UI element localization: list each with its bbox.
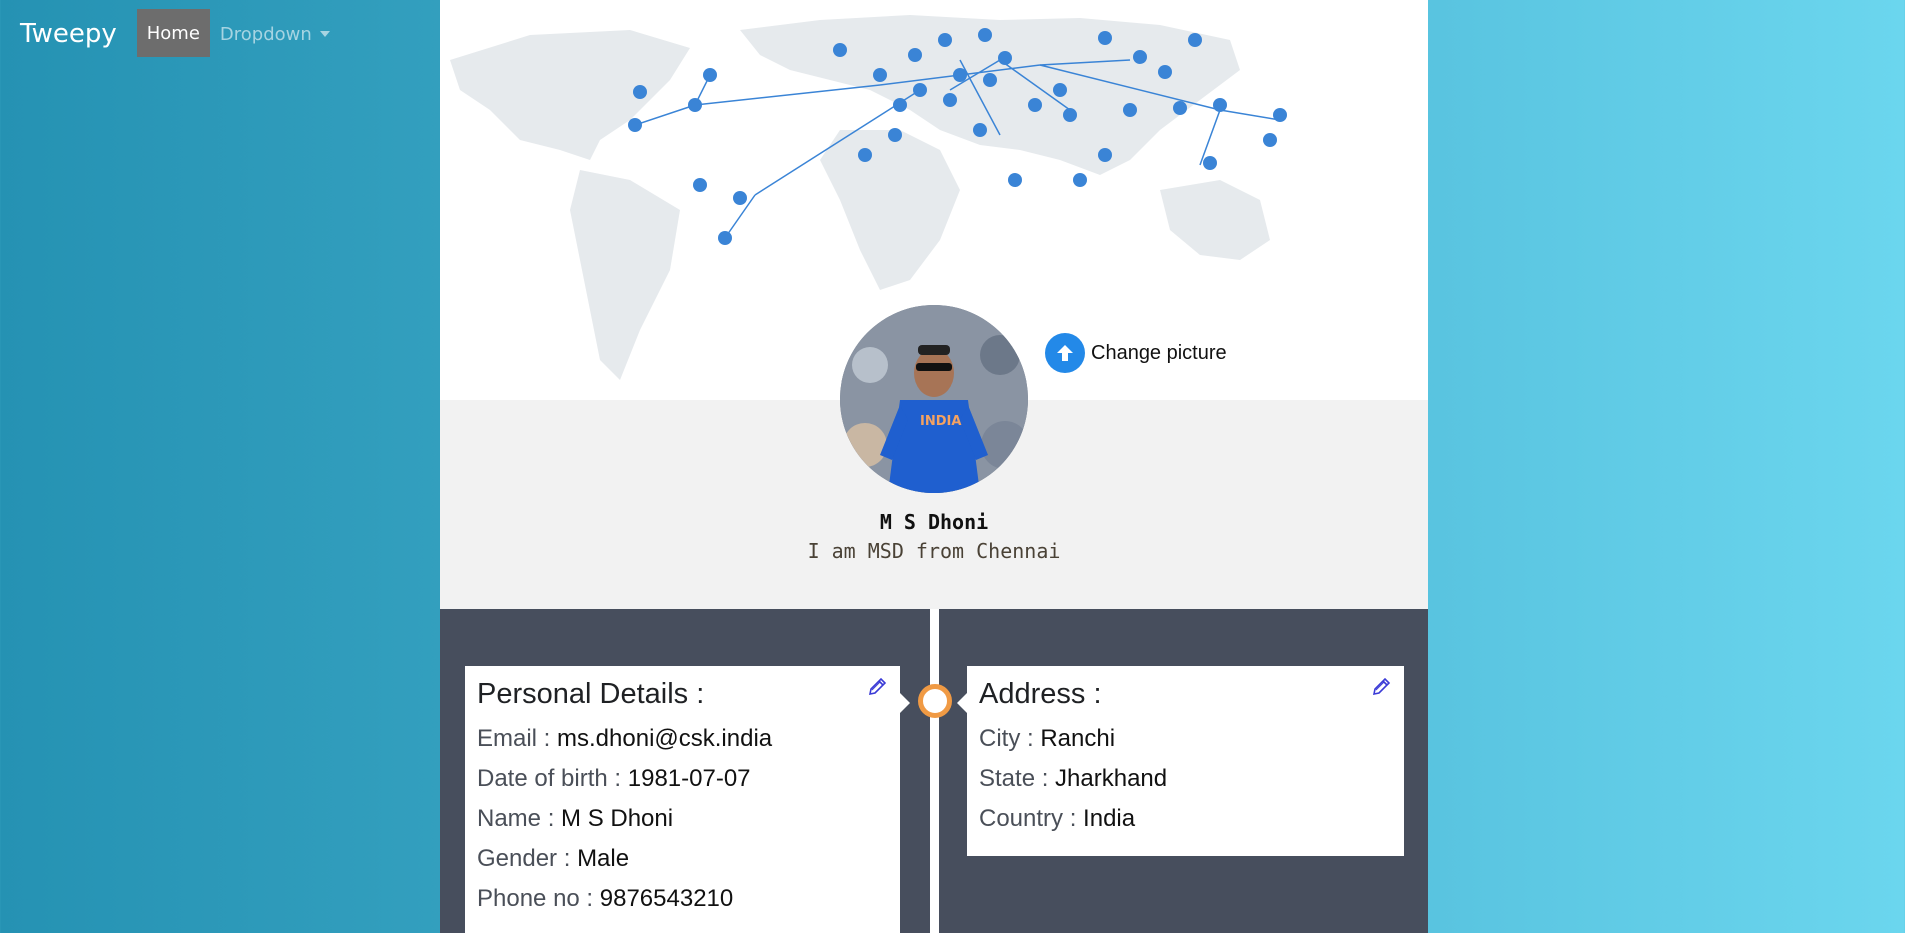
row-value: 9876543210 [599,885,734,912]
address-row-city: City : Ranchi [979,719,1392,759]
brand-logo[interactable]: Tweepy [20,19,117,49]
nav-dropdown-label: Dropdown [219,23,312,45]
profile-bio: I am MSD from Chennai [807,539,1061,563]
row-label: State : [979,765,1056,792]
timeline-dot [918,684,952,718]
personal-row-email: Email : ms.dhoni@csk.india [477,719,888,759]
row-value: 1981-07-07 [627,765,751,792]
row-label: Date of birth : [477,765,628,792]
row-value: India [1083,805,1136,832]
row-value: ms.dhoni@csk.india [557,725,773,752]
address-row-country: Country : India [979,799,1392,839]
nav-dropdown-toggle[interactable]: Dropdown [220,24,330,45]
change-picture-button[interactable]: Change picture [1045,333,1227,373]
change-picture-label: Change picture [1091,341,1227,364]
row-value: Ranchi [1040,725,1116,752]
caret-down-icon [319,31,330,37]
row-label: Phone no : [477,885,600,912]
nav-home-link[interactable]: Home [136,9,210,57]
row-label: City : [979,725,1041,752]
personal-details-card: Personal Details : Email : ms.dhoni@csk.… [465,666,910,933]
personal-row-phone: Phone no : 9876543210 [477,879,888,919]
svg-text:INDIA: INDIA [920,414,961,429]
pencil-icon[interactable] [866,676,888,703]
address-row-state: State : Jharkhand [979,759,1392,799]
address-card: Address : City : Ranchi State : Jharkhan… [957,666,1404,856]
profile-page: INDIA Change picture M S Dhoni I am MSD … [440,0,1428,933]
address-title: Address : [979,678,1102,710]
personal-row-dob: Date of birth : 1981-07-07 [477,759,888,799]
row-value: M S Dhoni [561,805,674,832]
row-value: Jharkhand [1055,765,1168,792]
personal-row-gender: Gender : Male [477,839,888,879]
profile-avatar: INDIA [840,305,1028,493]
personal-details-title: Personal Details : [477,678,705,710]
profile-photo-image: INDIA [840,305,1028,493]
upload-arrow-icon [1045,333,1085,373]
profile-name: M S Dhoni [879,510,989,534]
card-arrow [957,693,967,713]
card-arrow [900,693,910,713]
details-timeline: Personal Details : Email : ms.dhoni@csk.… [440,609,1428,933]
row-label: Name : [477,805,562,832]
navbar: Tweepy Home Dropdown [0,0,440,68]
row-label: Email : [477,725,558,752]
personal-row-name: Name : M S Dhoni [477,799,888,839]
timeline-line [930,609,939,933]
pencil-icon[interactable] [1370,676,1392,703]
row-label: Gender : [477,845,578,872]
row-label: Country : [979,805,1084,832]
row-value: Male [577,845,630,872]
